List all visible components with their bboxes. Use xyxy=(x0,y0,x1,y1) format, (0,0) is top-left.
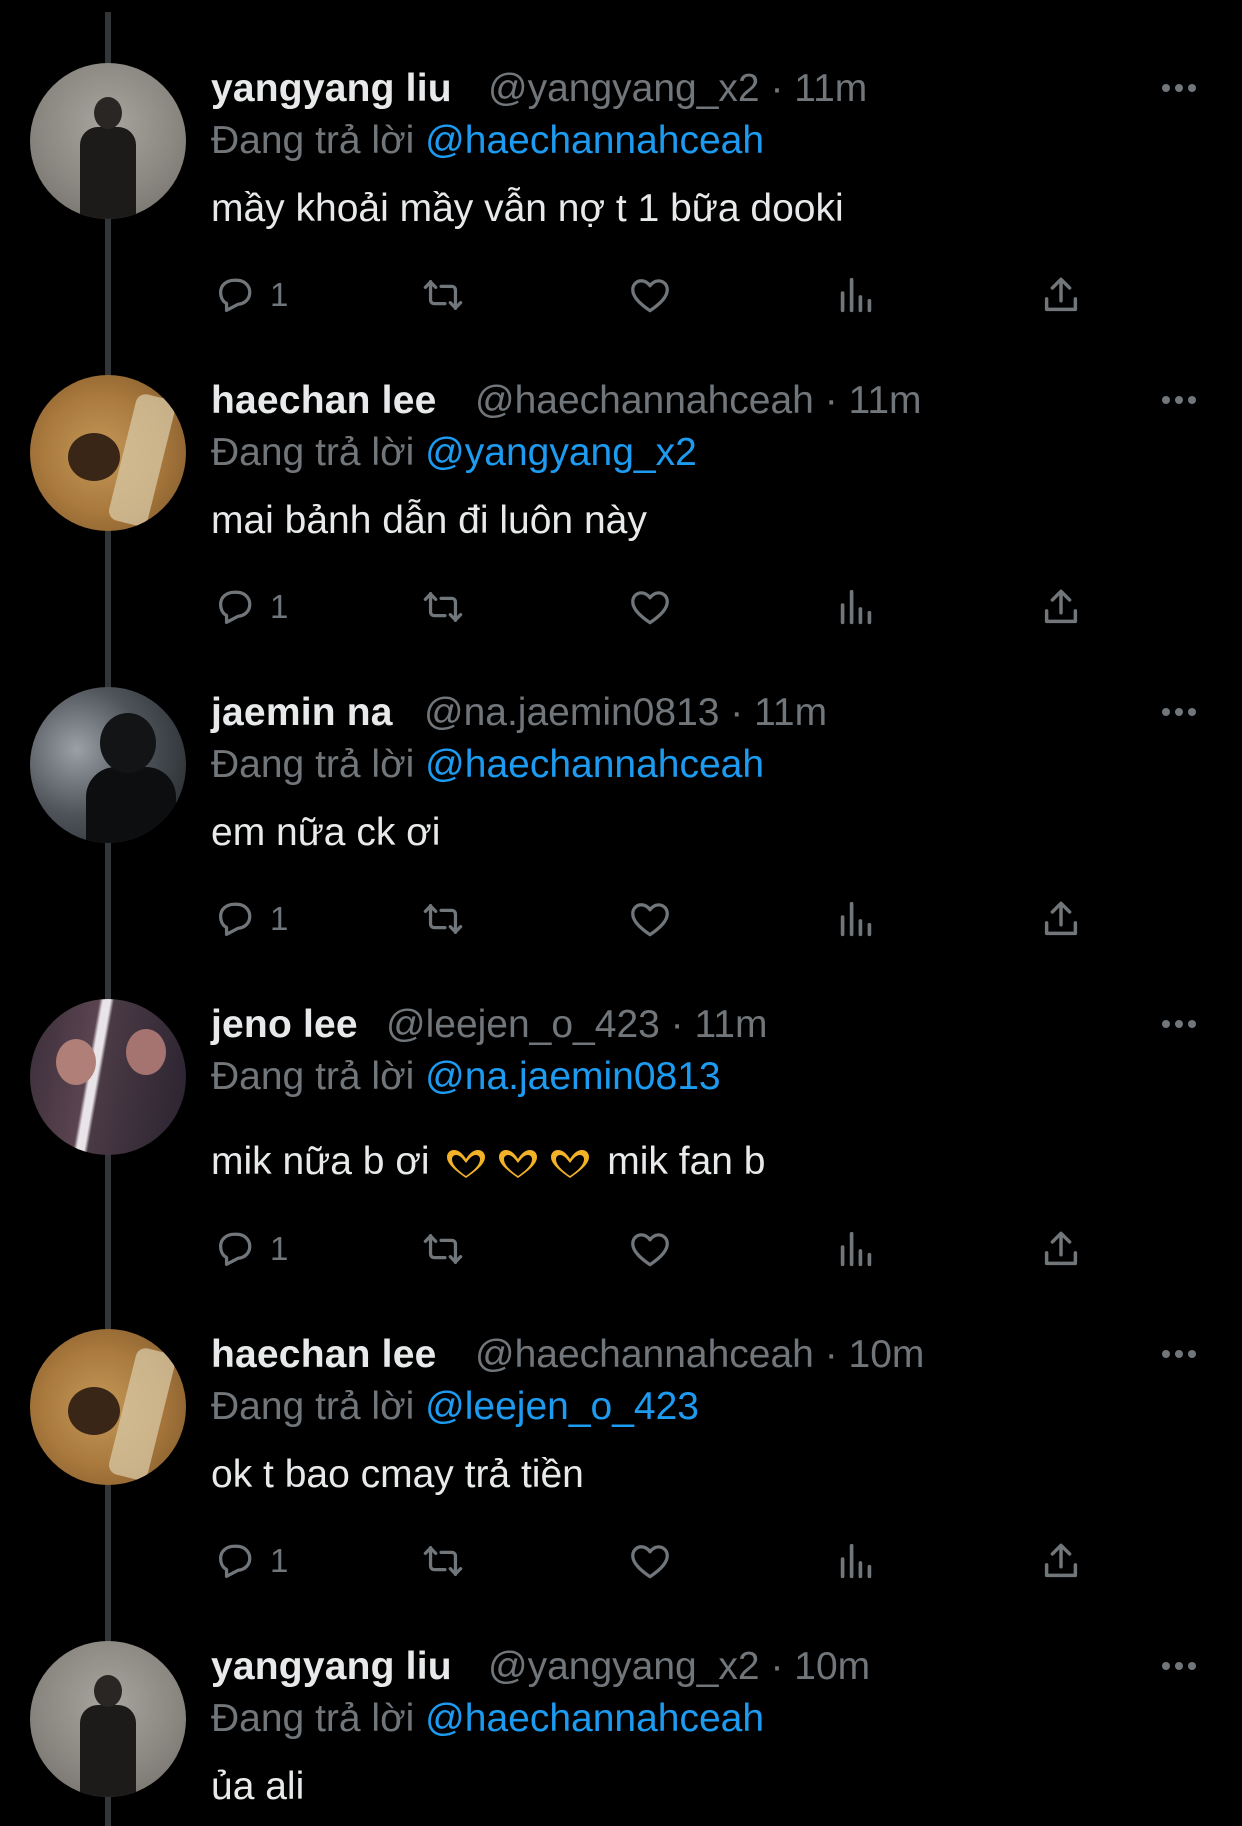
tweet-text: mai bảnh dẫn đi luôn này xyxy=(211,499,647,542)
replying-to: Đang trả lời @haechannahceah xyxy=(211,743,764,787)
reply-count: 1 xyxy=(270,1542,289,1579)
author-name[interactable]: haechan lee xyxy=(211,1333,436,1377)
tweet-time[interactable]: · 11m xyxy=(770,67,867,110)
avatar[interactable] xyxy=(30,687,186,843)
reply-prefix: Đang trả lời xyxy=(211,743,415,786)
author-handle-time[interactable]: @haechannahceah · 11m xyxy=(475,379,922,423)
author-handle-time[interactable]: @na.jaemin0813 · 11m xyxy=(424,691,827,735)
author-name[interactable]: jaemin na xyxy=(211,691,393,735)
replying-to: Đang trả lời @haechannahceah xyxy=(211,119,764,163)
tweet[interactable]: jaemin na @na.jaemin0813 · 11m Đang trả … xyxy=(0,624,1242,937)
avatar[interactable] xyxy=(30,1641,186,1797)
tweet-text-part: mik fan b xyxy=(607,1140,766,1183)
author-name[interactable]: jeno lee xyxy=(211,1003,358,1047)
reply-prefix: Đang trả lời xyxy=(211,431,415,474)
author-name[interactable]: yangyang liu xyxy=(211,67,452,111)
author-handle[interactable]: @haechannahceah xyxy=(475,1333,814,1376)
more-options-icon[interactable] xyxy=(1155,390,1203,410)
author-handle[interactable]: @yangyang_x2 xyxy=(488,1645,760,1688)
reply-count: 1 xyxy=(270,276,289,313)
author-handle[interactable]: @na.jaemin0813 xyxy=(424,691,719,734)
replying-to: Đang trả lời @haechannahceah xyxy=(211,1697,764,1741)
reply-prefix: Đang trả lời xyxy=(211,1385,415,1428)
reply-mention[interactable]: @haechannahceah xyxy=(425,1697,764,1740)
avatar[interactable] xyxy=(30,63,186,219)
author-handle-time[interactable]: @yangyang_x2 · 11m xyxy=(488,67,867,111)
reply-count: 1 xyxy=(270,1230,289,1267)
author-handle-time[interactable]: @yangyang_x2 · 10m xyxy=(488,1645,870,1689)
avatar[interactable] xyxy=(30,375,186,531)
tweet-text: mik nữa b ơi mik fan b xyxy=(211,1140,766,1184)
tweet-time[interactable]: · 11m xyxy=(671,1003,768,1046)
more-options-icon[interactable] xyxy=(1155,1656,1203,1676)
tweet-time[interactable]: · 10m xyxy=(770,1645,870,1688)
author-name[interactable]: haechan lee xyxy=(211,379,436,423)
replying-to: Đang trả lời @leejen_o_423 xyxy=(211,1385,699,1429)
more-options-icon[interactable] xyxy=(1155,78,1203,98)
reply-mention[interactable]: @haechannahceah xyxy=(425,119,764,162)
tweet[interactable]: yangyang liu @yangyang_x2 · 10m Đang trả… xyxy=(0,1578,1242,1826)
reply-prefix: Đang trả lời xyxy=(211,119,415,162)
author-name[interactable]: yangyang liu xyxy=(211,1645,452,1689)
tweet-text-part: mik nữa b ơi xyxy=(211,1140,430,1183)
tweet-text: ok t bao cmay trả tiền xyxy=(211,1453,584,1496)
reply-prefix: Đang trả lời xyxy=(211,1697,415,1740)
heart-hands-emoji xyxy=(499,1149,538,1178)
reply-count: 1 xyxy=(270,588,289,625)
more-options-icon[interactable] xyxy=(1155,702,1203,722)
tweet-time[interactable]: · 10m xyxy=(825,1333,925,1376)
reply-mention[interactable]: @haechannahceah xyxy=(425,743,764,786)
heart-hands-emoji xyxy=(551,1149,590,1178)
author-handle-time[interactable]: @haechannahceah · 10m xyxy=(475,1333,924,1377)
reply-mention[interactable]: @leejen_o_423 xyxy=(425,1385,699,1428)
tweet[interactable]: yangyang liu @yangyang_x2 · 11m Đang trả… xyxy=(0,0,1242,313)
avatar[interactable] xyxy=(30,999,186,1155)
more-options-icon[interactable] xyxy=(1155,1344,1203,1364)
reply-prefix: Đang trả lời xyxy=(211,1055,415,1098)
tweet[interactable]: jeno lee @leejen_o_423 · 11m Đang trả lờ… xyxy=(0,936,1242,1267)
more-options-icon[interactable] xyxy=(1155,1014,1203,1034)
author-handle[interactable]: @leejen_o_423 xyxy=(386,1003,660,1046)
author-handle-time[interactable]: @leejen_o_423 · 11m xyxy=(386,1003,767,1047)
heart-hands-emoji xyxy=(447,1149,486,1178)
reply-count: 1 xyxy=(270,900,289,937)
author-handle[interactable]: @haechannahceah xyxy=(475,379,814,422)
reply-mention[interactable]: @na.jaemin0813 xyxy=(425,1055,720,1098)
author-handle[interactable]: @yangyang_x2 xyxy=(488,67,760,110)
tweet-time[interactable]: · 11m xyxy=(730,691,827,734)
replying-to: Đang trả lời @na.jaemin0813 xyxy=(211,1055,721,1099)
tweet-text: ủa ali xyxy=(211,1765,305,1808)
reply-mention[interactable]: @yangyang_x2 xyxy=(425,431,697,474)
tweet-text: mầy khoải mầy vẫn nợ t 1 bữa dooki xyxy=(211,187,844,230)
replying-to: Đang trả lời @yangyang_x2 xyxy=(211,431,697,475)
tweet[interactable]: haechan lee @haechannahceah · 11m Đang t… xyxy=(0,312,1242,625)
tweet-text: em nữa ck ơi xyxy=(211,811,441,854)
tweet[interactable]: haechan lee @haechannahceah · 10m Đang t… xyxy=(0,1266,1242,1579)
tweet-time[interactable]: · 11m xyxy=(825,379,922,422)
avatar[interactable] xyxy=(30,1329,186,1485)
